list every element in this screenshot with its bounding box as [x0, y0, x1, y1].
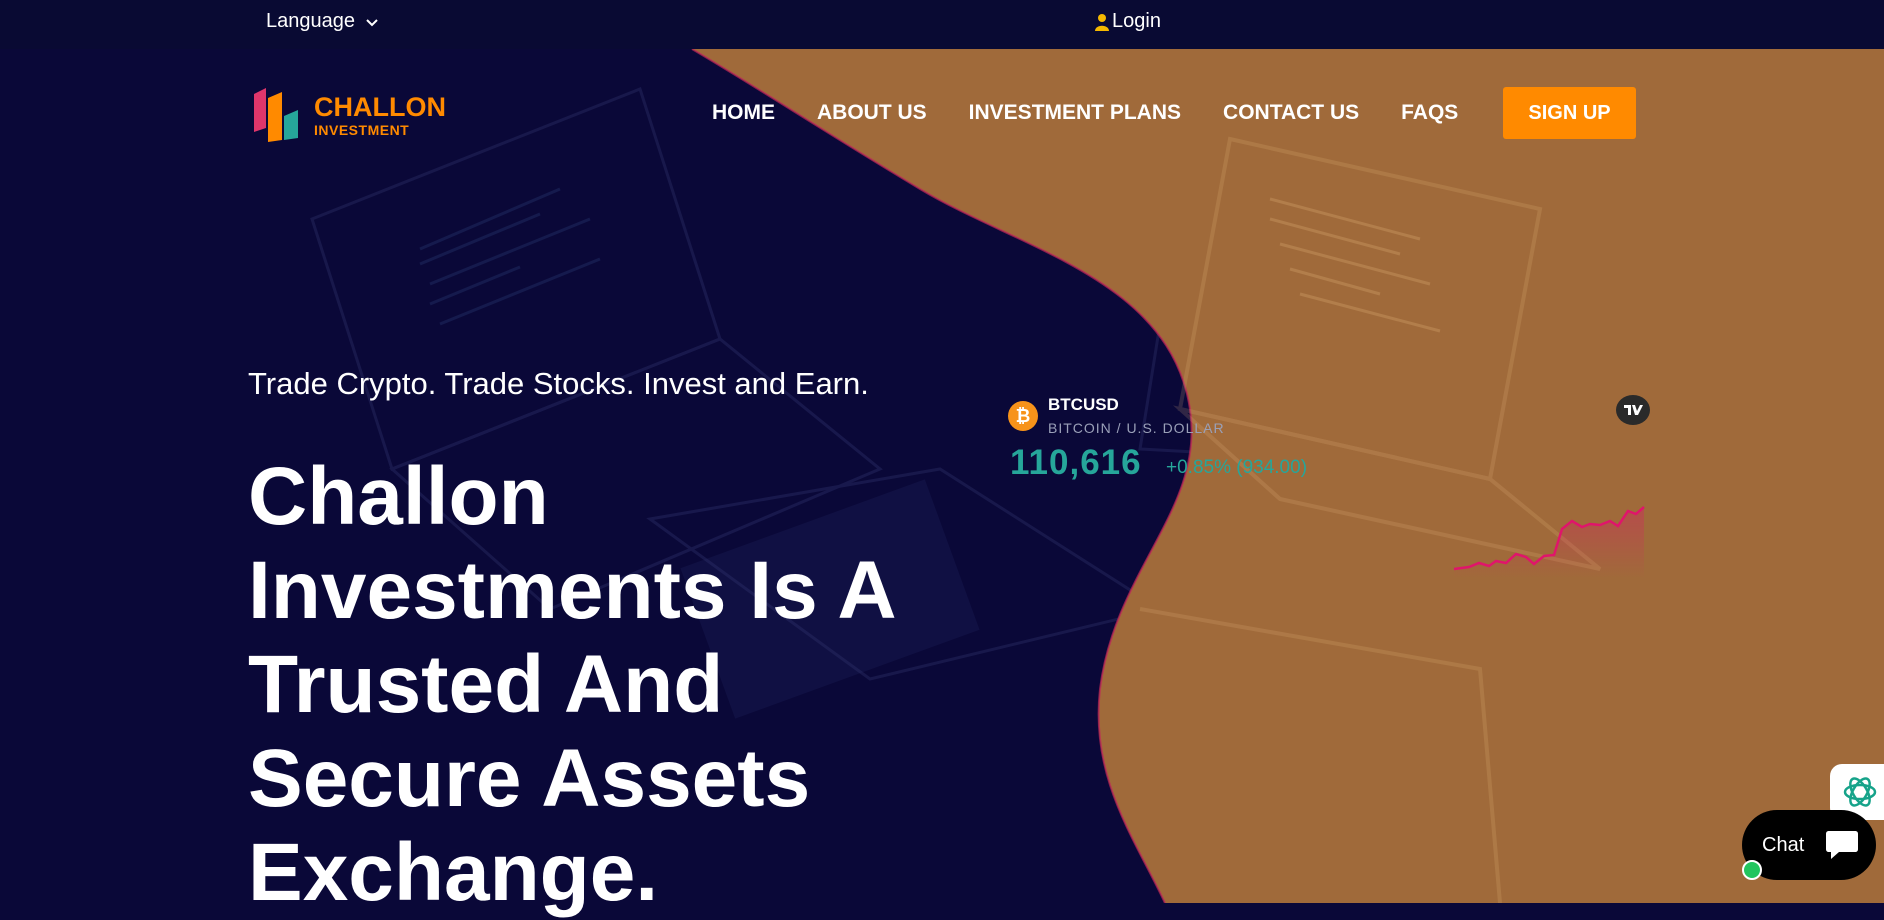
btc-ticker-widget[interactable]: ₿ BTCUSD BITCOIN / U.S. DOLLAR 110,616 +…	[1008, 395, 1658, 579]
chat-bubble-icon	[1814, 817, 1870, 873]
logo-mark-icon	[254, 88, 298, 142]
chat-label: Chat	[1762, 833, 1805, 856]
user-icon	[1095, 13, 1109, 31]
tradingview-icon[interactable]	[1616, 395, 1650, 425]
bitcoin-icon: ₿	[1008, 401, 1038, 431]
online-status-dot	[1742, 860, 1762, 880]
ticker-symbol: BTCUSD	[1048, 395, 1119, 414]
login-link[interactable]: Login	[1094, 10, 1161, 33]
brand-name: CHALLON	[314, 91, 446, 122]
main-nav: HOME ABOUT US INVESTMENT PLANS CONTACT U…	[712, 101, 1458, 125]
nav-investment-plans[interactable]: INVESTMENT PLANS	[969, 101, 1181, 125]
language-selector[interactable]: Language	[266, 10, 379, 33]
hero-tagline: Trade Crypto. Trade Stocks. Invest and E…	[248, 366, 869, 401]
brand-logo[interactable]: CHALLON INVESTMENT	[252, 88, 446, 142]
hero-headline: Challon Investments Is A Trusted And Sec…	[248, 451, 894, 918]
sign-up-button[interactable]: SIGN UP	[1503, 87, 1636, 139]
nav-faqs[interactable]: FAQS	[1401, 101, 1458, 125]
btc-sparkline	[1453, 506, 1645, 579]
ticker-change: +0.85% (934.00)	[1166, 457, 1308, 478]
nav-about-us[interactable]: ABOUT US	[817, 101, 927, 125]
chat-button[interactable]: Chat	[1742, 810, 1876, 880]
brand-subname: INVESTMENT	[314, 121, 410, 138]
ticker-price: 110,616	[1010, 443, 1142, 482]
language-label: Language	[266, 10, 355, 32]
chevron-down-icon	[366, 18, 378, 26]
login-label: Login	[1112, 10, 1161, 32]
openai-icon	[1843, 777, 1877, 807]
top-bar: Language Login	[0, 0, 1884, 49]
nav-home[interactable]: HOME	[712, 101, 775, 125]
ticker-pair: BITCOIN / U.S. DOLLAR	[1048, 420, 1225, 436]
nav-contact-us[interactable]: CONTACT US	[1223, 101, 1359, 125]
